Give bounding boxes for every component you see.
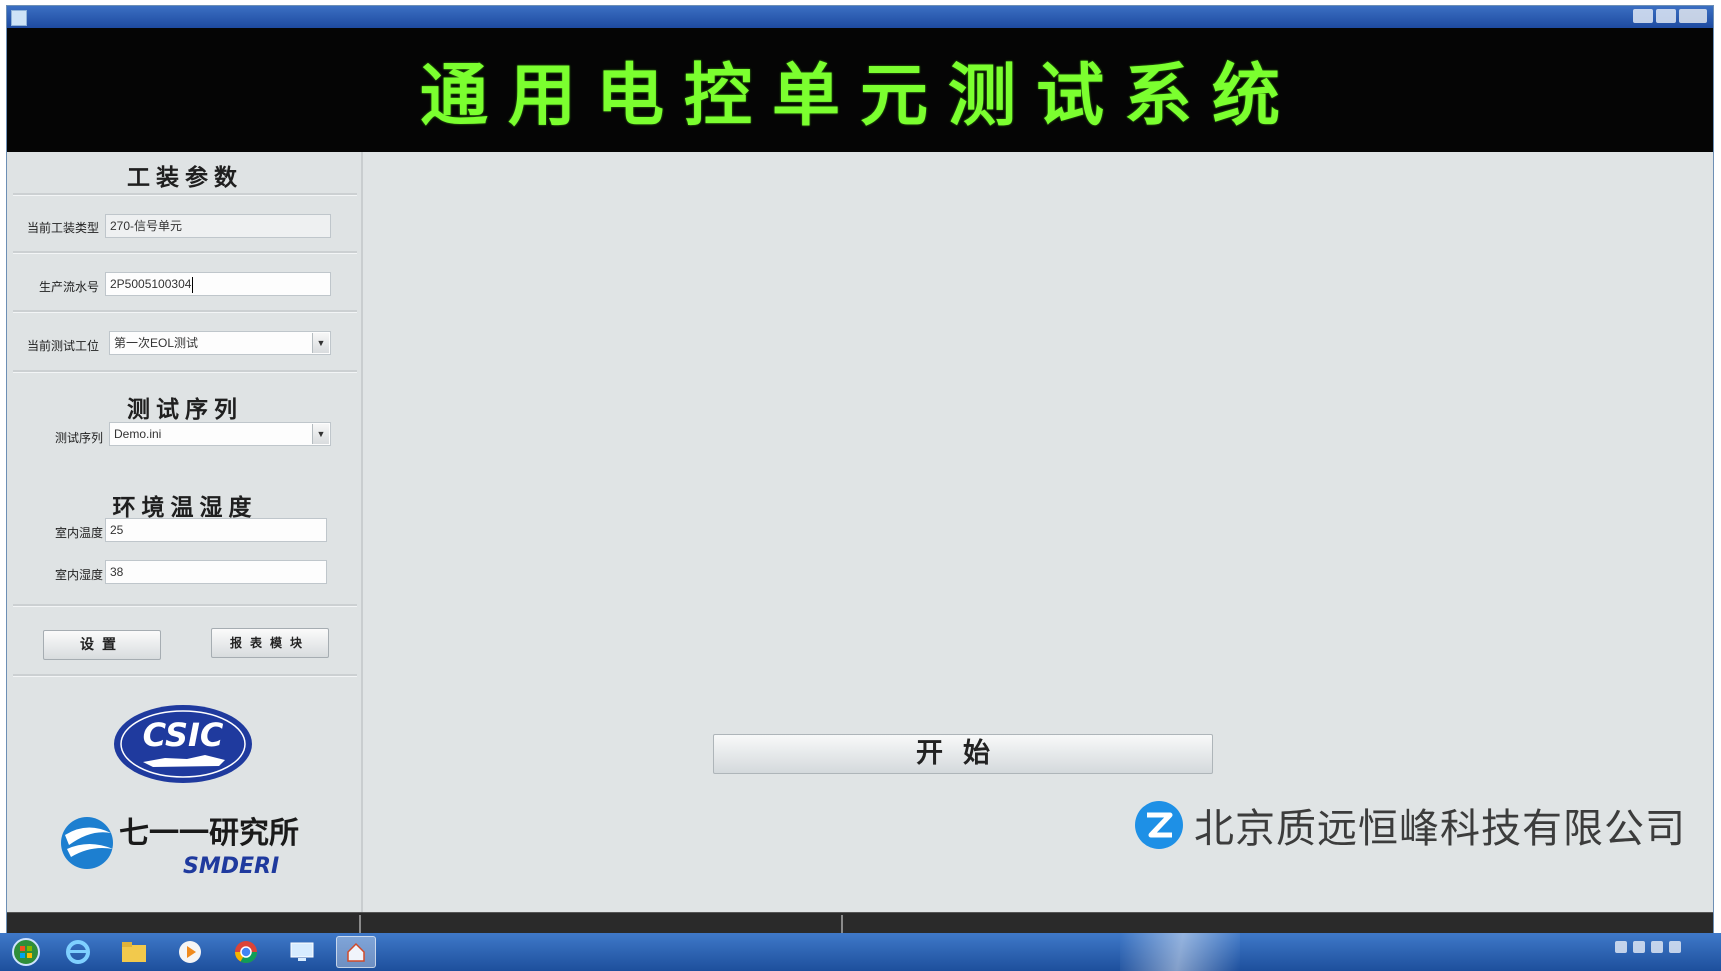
divider [13, 370, 357, 373]
network-icon[interactable] [1651, 941, 1663, 953]
institute-abbr: SMDERI [183, 854, 279, 879]
system-tray[interactable] [1615, 941, 1681, 953]
tray-arrow-icon[interactable] [1615, 941, 1627, 953]
settings-button[interactable]: 设置 [43, 630, 161, 660]
title-banner: 通用电控单元测试系统 [7, 28, 1713, 152]
start-button[interactable]: 开始 [713, 734, 1213, 774]
app-icon [11, 10, 27, 26]
divider [13, 251, 357, 254]
csic-logo: CSIC [114, 705, 252, 783]
title-bar[interactable] [7, 6, 1713, 28]
tooling-section-title: 工装参数 [127, 165, 243, 191]
maximize-button[interactable] [1656, 9, 1676, 23]
divider [13, 193, 357, 196]
test-station-value: 第一次EOL测试 [114, 336, 199, 350]
volume-icon[interactable] [1669, 941, 1681, 953]
divider [13, 674, 357, 677]
serial-label: 生产流水号 [38, 280, 99, 294]
test-station-select[interactable]: 第一次EOL测试 ▼ [109, 331, 331, 355]
company-logo-icon [1135, 801, 1183, 849]
chrome-icon[interactable] [226, 936, 266, 968]
ie-icon[interactable] [58, 936, 98, 968]
divider [13, 604, 357, 607]
close-button[interactable] [1679, 9, 1707, 23]
company-watermark: 北京质远恒峰科技有限公司 [1134, 796, 1686, 854]
institute-name: 七一一研究所 [119, 816, 299, 851]
sequence-select[interactable]: Demo.ini ▼ [109, 422, 331, 446]
sequence-label: 测试序列 [54, 431, 103, 445]
flag-icon[interactable] [1633, 941, 1645, 953]
status-bar [7, 912, 1713, 934]
chevron-down-icon[interactable]: ▼ [312, 424, 329, 444]
temperature-input[interactable]: 25 [105, 518, 327, 542]
csic-logo-text: CSIC [143, 716, 224, 754]
tooling-type-label: 当前工装类型 [26, 221, 99, 235]
serial-input[interactable]: 2P5005100304 [105, 272, 331, 296]
minimize-button[interactable] [1633, 9, 1653, 23]
chevron-down-icon[interactable]: ▼ [312, 333, 329, 353]
report-module-button[interactable]: 报表模块 [211, 628, 329, 658]
test-station-label: 当前测试工位 [26, 339, 99, 353]
text-cursor [192, 276, 194, 293]
institute-logo: 七一一研究所 SMDERI [61, 816, 299, 879]
banner-title: 通用电控单元测试系统 [419, 57, 1300, 136]
sequence-section-title: 测试序列 [127, 397, 243, 423]
remote-desktop-icon[interactable] [282, 936, 322, 968]
humidity-input[interactable]: 38 [105, 560, 327, 584]
start-orb-icon[interactable] [6, 936, 46, 968]
temperature-label: 室内温度 [54, 526, 103, 540]
serial-value: 2P5005100304 [110, 277, 192, 291]
sequence-value: Demo.ini [114, 427, 162, 441]
test-app-taskbar-icon[interactable] [336, 936, 376, 968]
left-panel: 工装参数 当前工装类型 270-信号单元 生产流水号 2P5005100304 … [9, 152, 363, 912]
explorer-icon[interactable] [114, 936, 154, 968]
env-section-title: 环境温湿度 [112, 495, 258, 521]
status-divider [841, 915, 843, 933]
media-player-icon[interactable] [170, 936, 210, 968]
tooling-type-field[interactable]: 270-信号单元 [105, 214, 331, 238]
humidity-label: 室内湿度 [54, 568, 103, 582]
status-divider [359, 915, 361, 933]
company-name: 北京质远恒峰科技有限公司 [1194, 806, 1686, 852]
divider [13, 310, 357, 313]
taskbar [0, 933, 1721, 971]
